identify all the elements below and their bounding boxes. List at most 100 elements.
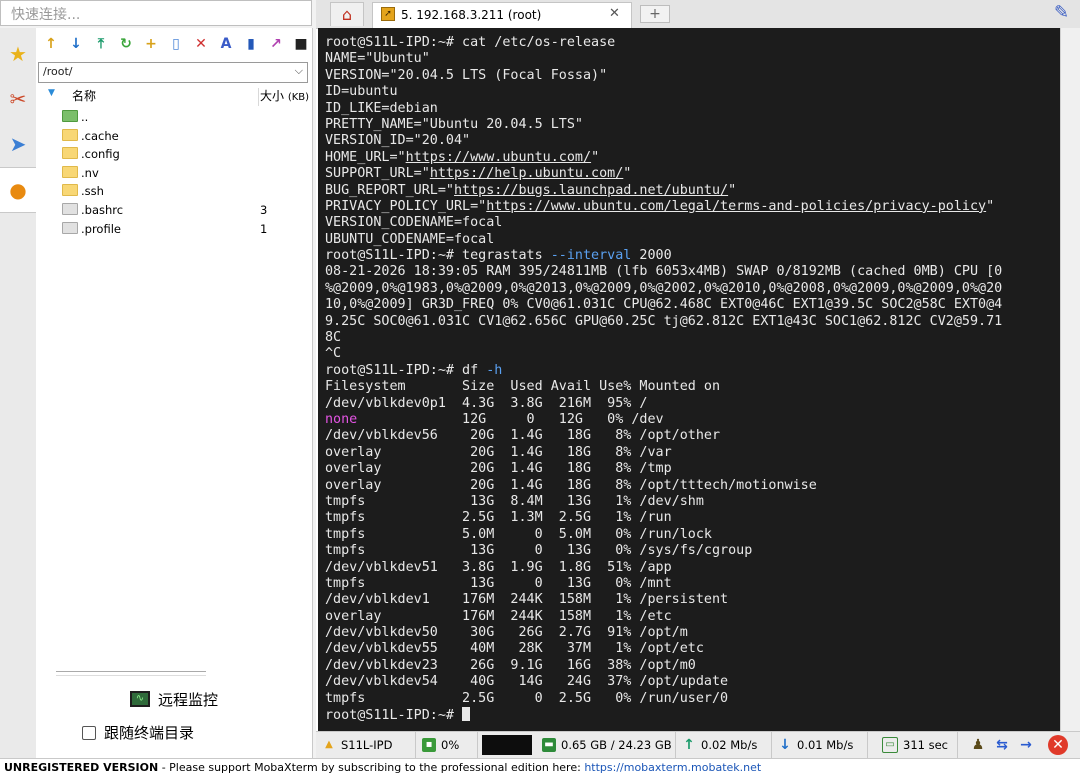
- terminal-text: /dev/vblkdev56 20G 1.4G 18G 8% /opt/othe…: [325, 428, 721, 444]
- terminal-line: VERSION_ID="20.04": [325, 133, 1060, 149]
- terminal-text: tmpfs 13G 8.4M 13G 1% /dev/shm: [325, 493, 704, 509]
- column-header-name[interactable]: 名称: [72, 87, 96, 104]
- file-row[interactable]: .config: [36, 145, 312, 164]
- folder-icon: [62, 128, 78, 141]
- session-tab-strip: ⌂ ➚ 5. 192.168.3.211 (root) ✕ + ✎: [316, 0, 1080, 29]
- checkbox[interactable]: [82, 725, 96, 740]
- terminal-url[interactable]: https://www.ubuntu.com/legal/terms-and-p…: [486, 199, 986, 214]
- unregistered-banner: UNREGISTERED VERSION - Please support Mo…: [0, 758, 1080, 777]
- status-cpu: ▪ 0%: [416, 732, 478, 758]
- terminal-text: /dev/vblkdev54 40G 14G 24G 37% /opt/upda…: [325, 674, 729, 690]
- file-row[interactable]: .bashrc 3: [36, 201, 312, 220]
- terminal-line: overlay 20G 1.4G 18G 8% /var: [325, 445, 1060, 461]
- parent-folder-icon: [62, 110, 78, 122]
- download-arrow-icon: ↓: [779, 737, 791, 753]
- delete-icon[interactable]: ✕: [190, 32, 212, 56]
- terminal-text: %@2009,0%@1983,0%@2009,0%@2013,0%@2009,0…: [325, 280, 1003, 296]
- file-row[interactable]: ..: [36, 108, 312, 127]
- panel-splitter[interactable]: [56, 671, 206, 676]
- exit-icon[interactable]: ✕: [1048, 735, 1068, 755]
- terminal-line: /dev/vblkdev23 26G 9.1G 16G 38% /opt/m0: [325, 658, 1060, 674]
- terminal-line: %@2009,0%@1983,0%@2009,0%@2013,0%@2009,0…: [325, 281, 1060, 297]
- permissions-icon[interactable]: ▮: [240, 32, 262, 56]
- file-name: .ssh: [81, 184, 104, 199]
- remote-monitor-button[interactable]: ∿ 远程监控: [36, 685, 312, 713]
- terminal-line: /dev/vblkdev1 176M 244K 158M 1% /persist…: [325, 592, 1060, 608]
- file-list-header: ▼ 名称 大小 (KB): [36, 86, 312, 106]
- terminal-text: ": [986, 198, 995, 214]
- mobaxterm-link[interactable]: https://mobaxterm.mobatek.net: [584, 761, 761, 774]
- banner-message: - Please support MobaXterm by subscribin…: [158, 761, 585, 774]
- upload-folder-icon[interactable]: ↑: [40, 32, 62, 56]
- terminal-url[interactable]: https://help.ubuntu.com/: [430, 166, 623, 181]
- home-icon: ⌂: [341, 5, 353, 24]
- column-header-size[interactable]: 大小 (KB): [260, 87, 309, 104]
- link-icon[interactable]: ↗: [265, 32, 287, 56]
- sftp-browser-panel: ↑ ↓ ⤒ ↻ + ▯ ✕ A ▮ ↗ ■ /root/ ⌵ ▼ 名称 大小 (KB) .. .cac…: [36, 28, 313, 758]
- sftp-globe-icon[interactable]: ●: [0, 167, 36, 213]
- memory-icon: ▬: [542, 738, 556, 752]
- sort-arrow-icon[interactable]: ▼: [48, 88, 55, 98]
- sftp-toolbar: ↑ ↓ ⤒ ↻ + ▯ ✕ A ▮ ↗ ■: [36, 32, 312, 58]
- close-icon[interactable]: ✕: [609, 6, 620, 21]
- terminal-url[interactable]: https://www.ubuntu.com/: [406, 150, 591, 165]
- terminal-line: VERSION="20.04.5 LTS (Focal Fossa)": [325, 68, 1060, 84]
- file-size: 1: [260, 221, 268, 236]
- terminal-icon[interactable]: ■: [290, 32, 312, 56]
- terminal-line: ID_LIKE=debian: [325, 101, 1060, 117]
- terminal-text: 12G 0 12G 0% /dev: [357, 411, 664, 427]
- terminal-text: VERSION_ID="20.04": [325, 133, 471, 149]
- follow-terminal-checkbox[interactable]: 跟随终端目录: [82, 722, 194, 743]
- terminal-line: tmpfs 13G 0 13G 0% /mnt: [325, 576, 1060, 592]
- arrow-left-icon[interactable]: ⇆: [992, 735, 1012, 755]
- file-icon: [62, 202, 78, 215]
- file-icon: [62, 221, 78, 234]
- quick-connect-input[interactable]: 快速连接...: [0, 0, 312, 26]
- download-icon[interactable]: ↓: [65, 32, 87, 56]
- terminal-text: /dev/vblkdev51 3.8G 1.9G 1.8G 51% /app: [325, 559, 672, 575]
- terminal-output[interactable]: root@S11L-IPD:~# cat /etc/os-release NAME…: [318, 28, 1060, 731]
- terminal-text: /dev/vblkdev1 176M 244K 158M 1% /persist…: [325, 592, 729, 608]
- rename-icon[interactable]: A: [215, 32, 237, 56]
- path-dropdown[interactable]: /root/ ⌵: [38, 62, 308, 83]
- new-file-icon[interactable]: ▯: [165, 32, 187, 56]
- file-row[interactable]: .profile 1: [36, 220, 312, 239]
- terminal-line: 08-21-2026 18:39:05 RAM 395/24811MB (lfb…: [325, 264, 1060, 280]
- terminal-line: tmpfs 2.5G 0 2.5G 0% /run/user/0: [325, 691, 1060, 707]
- left-sidebar: 快速连接... ★ ✂ ➤ ● ↑ ↓ ⤒ ↻ + ▯ ✕ A ▮ ↗ ■ /root/ ⌵ ▼ 名称 大…: [0, 0, 316, 758]
- terminal-line: PRETTY_NAME="Ubuntu 20.04.5 LTS": [325, 117, 1060, 133]
- refresh-icon[interactable]: ↻: [115, 32, 137, 56]
- tools-icon[interactable]: ✂: [0, 77, 36, 121]
- terminal-line: 9.25C SOC0@61.031C CV1@62.656C GPU@60.25…: [325, 314, 1060, 330]
- chevron-down-icon[interactable]: ⌵: [295, 64, 303, 78]
- user-icon[interactable]: ♟: [968, 735, 988, 755]
- current-path: /root/: [43, 65, 73, 78]
- terminal-line: /dev/vblkdev51 3.8G 1.9G 1.8G 51% /app: [325, 560, 1060, 576]
- session-tab[interactable]: ➚ 5. 192.168.3.211 (root) ✕: [372, 2, 632, 28]
- file-row[interactable]: .ssh: [36, 182, 312, 201]
- terminal-url[interactable]: https://bugs.launchpad.net/ubuntu/: [454, 183, 728, 198]
- uptime-monitor-icon: ▭: [882, 737, 898, 753]
- arrow-right-icon[interactable]: →: [1016, 735, 1036, 755]
- cpu-graph: [482, 735, 532, 755]
- terminal-line: overlay 176M 244K 158M 1% /etc: [325, 609, 1060, 625]
- send-icon[interactable]: ➤: [0, 122, 36, 166]
- new-folder-icon[interactable]: +: [140, 32, 162, 56]
- star-icon[interactable]: ★: [0, 32, 36, 76]
- terminal-line: ^C: [325, 346, 1060, 362]
- terminal-text: 10,0%@2009] GR3D_FREQ 0% CV0@61.031C CPU…: [325, 297, 1003, 313]
- terminal-text: 9.25C SOC0@61.031C CV1@62.656C GPU@60.25…: [325, 313, 1003, 329]
- terminal-text: PRETTY_NAME="Ubuntu 20.04.5 LTS": [325, 116, 583, 132]
- file-row[interactable]: .nv: [36, 164, 312, 183]
- terminal-scrollbar[interactable]: [1060, 28, 1080, 731]
- upload-icon[interactable]: ⤒: [90, 32, 112, 56]
- terminal-text: BUG_REPORT_URL=": [325, 182, 454, 198]
- paperclip-icon[interactable]: ✎: [1054, 2, 1069, 23]
- terminal-line: tmpfs 2.5G 1.3M 2.5G 1% /run: [325, 510, 1060, 526]
- status-uptime: ▭ 311 sec: [876, 732, 958, 758]
- home-tab[interactable]: ⌂: [330, 2, 364, 26]
- file-row[interactable]: .cache: [36, 127, 312, 146]
- new-tab-button[interactable]: +: [640, 5, 670, 23]
- terminal-text: root@S11L-IPD:~# tegrastats: [325, 248, 551, 264]
- status-uptime-label: 311 sec: [903, 738, 948, 752]
